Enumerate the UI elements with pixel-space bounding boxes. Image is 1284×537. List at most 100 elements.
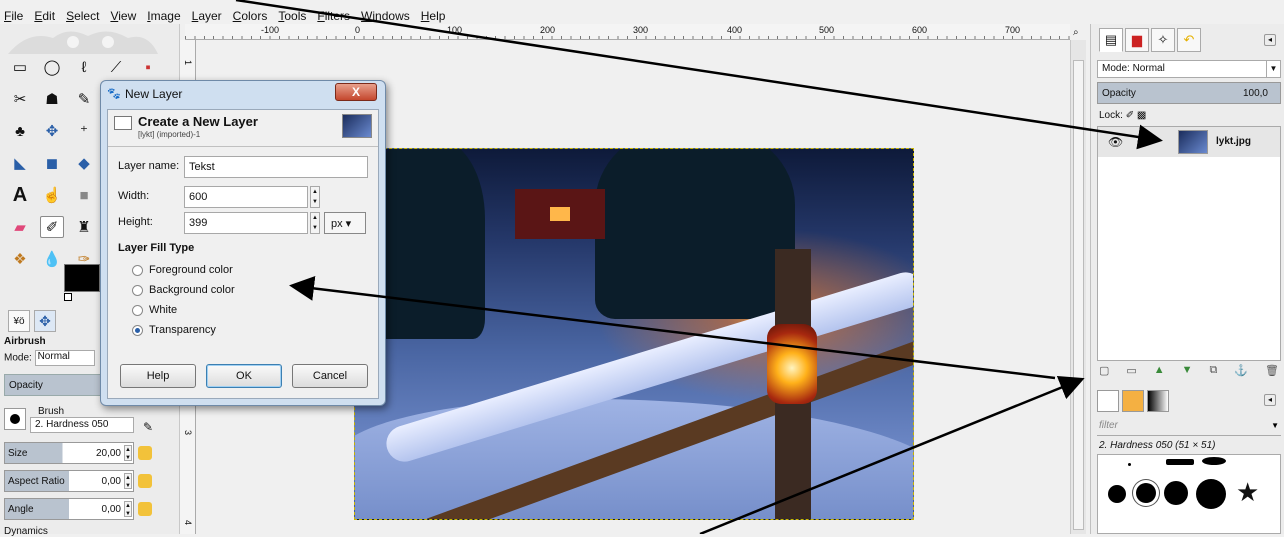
layer-row[interactable]: 👁 lykt.jpg (1098, 127, 1280, 157)
zoom-icon[interactable]: ⌕ (1073, 27, 1079, 38)
cancel-button[interactable]: Cancel (292, 364, 368, 388)
close-button[interactable]: X (335, 83, 377, 101)
foreground-color-swatch[interactable] (64, 264, 100, 292)
help-button[interactable]: Help (120, 364, 196, 388)
fill-background-radio[interactable]: Background color (132, 284, 235, 296)
scrollbar-thumb[interactable] (1073, 60, 1084, 530)
aspect-ratio-spinner[interactable]: ▲ ▼ (124, 473, 132, 489)
size-spinner[interactable]: ▲ ▼ (124, 445, 132, 461)
color-select-icon[interactable]: ▪ (136, 56, 160, 78)
eraser-icon[interactable]: ▰ (8, 216, 32, 238)
width-spinner[interactable]: ▲ ▼ (310, 186, 320, 208)
visibility-eye-icon[interactable]: 👁 (1108, 135, 1123, 149)
tool-mode-label: Mode: (4, 352, 32, 364)
fuzzy-select-icon[interactable]: ⟋ (104, 56, 128, 78)
undo-tab[interactable]: ↶ (1177, 28, 1201, 52)
layer-list[interactable]: 👁 lykt.jpg (1097, 126, 1281, 361)
gradients-tab[interactable] (1147, 390, 1169, 412)
brush-preview-icon[interactable] (4, 408, 26, 430)
new-layer-icon (114, 116, 132, 130)
layer-name-input[interactable]: Tekst (184, 156, 368, 178)
reset-size-icon[interactable] (138, 446, 152, 460)
unit-select[interactable]: px ▾ (324, 212, 366, 234)
lock-alpha-icon[interactable]: ▩ (1137, 110, 1146, 121)
foreground-select-icon[interactable]: ☗ (40, 88, 64, 110)
anchor-layer-icon[interactable]: ⚓ (1234, 364, 1248, 382)
brush-name-field[interactable]: 2. Hardness 050 (30, 417, 134, 433)
horizontal-ruler: -100 0 100 200 300 400 500 600 700 (185, 24, 1070, 40)
crop-icon[interactable]: ⁺ (72, 120, 96, 142)
blur-icon[interactable]: 💧 (40, 248, 64, 270)
chevron-down-icon[interactable]: ▼ (1271, 421, 1279, 430)
brush-dock-menu-icon[interactable]: ◂ (1264, 394, 1276, 406)
menu-colors[interactable]: Colors (233, 9, 268, 23)
device-status-tab[interactable]: ¥ö (8, 310, 30, 332)
canvas-vertical-scrollbar[interactable] (1070, 40, 1086, 534)
default-colors-icon[interactable] (64, 293, 72, 301)
paths-icon[interactable]: ✎ (72, 88, 96, 110)
new-layer-icon[interactable]: ▢ (1099, 364, 1109, 382)
ok-button[interactable]: OK (206, 364, 282, 388)
tool-mode-select[interactable]: Normal (34, 350, 95, 366)
menu-view[interactable]: View (110, 9, 136, 23)
menu-image[interactable]: Image (147, 9, 180, 23)
menu-help[interactable]: Help (421, 9, 446, 23)
rotate-icon[interactable]: ◣ (8, 152, 32, 174)
clone-icon[interactable]: ❖ (8, 248, 32, 270)
scale-icon[interactable]: ◼ (40, 152, 64, 174)
raise-layer-icon[interactable]: ▲ (1154, 364, 1165, 382)
menu-select[interactable]: Select (66, 9, 99, 23)
angle-slider[interactable]: Angle 0,00 ▲ ▼ (4, 498, 134, 520)
fill-transparency-radio[interactable]: Transparency (132, 324, 216, 336)
paths-tab[interactable]: ✧ (1151, 28, 1175, 52)
aspect-ratio-slider[interactable]: Aspect Ratio 0,00 ▲ ▼ (4, 470, 134, 492)
brush-filter-input[interactable]: filter ▼ (1097, 420, 1281, 436)
channels-tab[interactable]: ▆ (1125, 28, 1149, 52)
fill-foreground-radio[interactable]: Foreground color (132, 264, 233, 276)
menu-layer[interactable]: Layer (192, 9, 222, 23)
text-icon[interactable]: A (8, 184, 32, 206)
canvas-image[interactable] (354, 148, 914, 520)
reset-angle-icon[interactable] (138, 502, 152, 516)
menu-filters[interactable]: Filters (317, 9, 350, 23)
layer-name[interactable]: lykt.jpg (1216, 136, 1251, 147)
delete-layer-icon[interactable]: 🗑 (1265, 364, 1279, 382)
menu-tools[interactable]: Tools (278, 9, 306, 23)
duplicate-layer-icon[interactable]: ⧉ (1209, 364, 1217, 382)
lower-layer-icon[interactable]: ▼ (1182, 364, 1193, 382)
airbrush-icon[interactable]: ✐ (40, 216, 64, 238)
chevron-down-icon[interactable]: ▼ (1266, 61, 1280, 77)
brushes-tab[interactable] (1097, 390, 1119, 412)
shear-icon[interactable]: ◆ (72, 152, 96, 174)
width-input[interactable]: 600 (184, 186, 308, 208)
angle-spinner[interactable]: ▲ ▼ (124, 501, 132, 517)
layers-tab[interactable]: ▤ (1099, 28, 1123, 52)
layer-thumbnail (1178, 130, 1208, 154)
layer-opacity-slider[interactable]: Opacity 100,0 (1097, 82, 1281, 104)
free-select-icon[interactable]: ℓ (72, 56, 96, 78)
scissors-icon[interactable]: ✂ (8, 88, 32, 110)
menu-windows[interactable]: Windows (361, 9, 410, 23)
menu-edit[interactable]: Edit (34, 9, 55, 23)
fill-white-radio[interactable]: White (132, 304, 177, 316)
height-spinner[interactable]: ▲ ▼ (310, 212, 320, 234)
blend-icon[interactable]: ■ (72, 184, 96, 206)
edit-brush-icon[interactable]: ✎ (136, 416, 160, 438)
move-icon[interactable]: ✥ (40, 120, 64, 142)
smudge-icon[interactable]: ☝ (40, 184, 64, 206)
new-group-icon[interactable]: ▭ (1126, 364, 1136, 382)
patterns-tab[interactable] (1122, 390, 1144, 412)
size-slider[interactable]: Size 20,00 ▲ ▼ (4, 442, 134, 464)
height-input[interactable]: 399 (184, 212, 308, 234)
menu-file[interactable]: File (4, 9, 23, 23)
brush-grid[interactable]: ★ (1097, 454, 1281, 534)
lock-pixels-icon[interactable]: ✐ (1126, 110, 1134, 121)
tool-options-tab[interactable]: ✥ (34, 310, 56, 332)
rect-select-icon[interactable]: ▭ (8, 56, 32, 78)
dock-menu-icon[interactable]: ◂ (1264, 34, 1276, 46)
ellipse-select-icon[interactable]: ◯ (40, 56, 64, 78)
align-icon[interactable]: ♣ (8, 120, 32, 142)
reset-aspect-icon[interactable] (138, 474, 152, 488)
layer-mode-select[interactable]: Mode: Normal ▼ (1097, 60, 1281, 78)
ink-icon[interactable]: ♜ (72, 216, 96, 238)
